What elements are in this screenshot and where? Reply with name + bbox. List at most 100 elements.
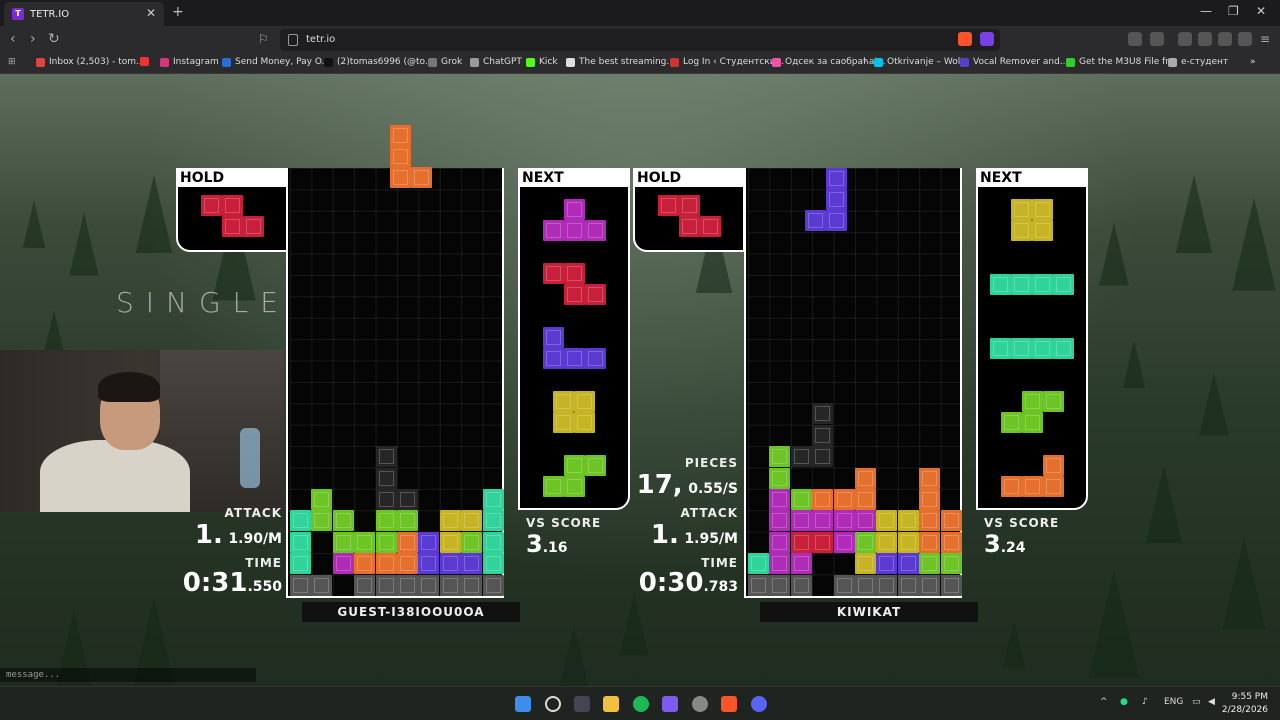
falling-piece-cell — [805, 210, 826, 231]
piece-cell — [1032, 273, 1053, 295]
board-cell — [418, 553, 440, 575]
start-icon[interactable] — [515, 696, 531, 712]
board-cell — [375, 531, 397, 553]
browser-toolbar: ‹ › ↻ ⚐ tetr.io ≡ — [0, 26, 1280, 54]
close-tab-icon[interactable]: ✕ — [146, 6, 156, 20]
sidebar-icon[interactable] — [1178, 32, 1192, 46]
media-app-icon[interactable] — [662, 696, 678, 712]
wallet-icon[interactable] — [1150, 32, 1164, 46]
board-cell — [418, 531, 440, 553]
bookmark-favicon-icon — [526, 57, 535, 67]
more-bookmarks-icon[interactable]: » — [1250, 57, 1256, 67]
bookmark-item[interactable]: Grok — [428, 57, 462, 67]
bookmark-item[interactable]: Send Money, Pay O... — [222, 57, 330, 67]
piece-cell — [542, 327, 564, 348]
file-explorer-icon[interactable] — [603, 696, 619, 712]
brave-browser-icon[interactable] — [721, 696, 737, 712]
chat-input[interactable]: message... — [0, 668, 256, 682]
bookmark-item[interactable] — [140, 57, 153, 66]
board-cell — [876, 510, 898, 532]
discord-icon[interactable] — [751, 696, 767, 712]
bookmark-item[interactable]: е-студент — [1168, 57, 1228, 67]
p1-next-label: NEXT — [520, 170, 628, 187]
menu-icon[interactable]: ≡ — [1260, 32, 1270, 46]
board-cell — [482, 510, 504, 532]
garbage-cell — [940, 574, 962, 596]
obs-icon[interactable] — [692, 696, 708, 712]
back-icon[interactable]: ‹ — [10, 31, 16, 47]
bookmark-favicon-icon — [140, 57, 149, 66]
tray-app-icon[interactable]: ● — [1120, 697, 1128, 707]
p1-attack-value: 1. 1.90/M — [194, 520, 282, 550]
bookmark-icon[interactable]: ⚐ — [258, 32, 269, 46]
network-icon[interactable]: ▭ — [1192, 697, 1201, 707]
board-cell — [461, 531, 483, 553]
brave-shields-icon[interactable] — [958, 32, 972, 46]
bookmark-item[interactable]: ChatGPT — [470, 57, 522, 67]
task-view-icon[interactable] — [574, 696, 590, 712]
p1-attack-label: ATTACK — [224, 506, 282, 520]
piece-cell — [1011, 273, 1032, 295]
search-icon[interactable] — [545, 696, 561, 712]
board-cell — [812, 510, 834, 532]
garbage-cell — [375, 574, 397, 596]
microphone-icon[interactable]: ♪ — [1142, 697, 1148, 707]
minimize-icon[interactable]: — — [1200, 4, 1212, 18]
board-cell — [940, 510, 962, 532]
board-cell — [833, 531, 855, 553]
bookmark-item[interactable]: Inbox (2,503) - tom... — [36, 57, 145, 67]
bookmark-item[interactable]: Одсек за саобраћај... — [772, 57, 885, 67]
reading-list-icon[interactable] — [1198, 32, 1212, 46]
brave-rewards-icon[interactable] — [980, 32, 994, 46]
board-cell — [332, 553, 354, 575]
board-cell — [769, 489, 791, 510]
board-cell — [790, 510, 812, 532]
garbage-cell — [461, 574, 483, 596]
piece-cell — [990, 273, 1011, 295]
bookmark-item[interactable]: Instagram — [160, 57, 219, 67]
board-cell — [354, 531, 376, 553]
apps-grid-icon[interactable]: ⊞ — [8, 57, 16, 67]
piece-cell — [1021, 391, 1043, 412]
board-cell — [397, 531, 418, 553]
tray-overflow-icon[interactable]: ^ — [1100, 697, 1108, 707]
spotify-icon[interactable] — [633, 696, 649, 712]
bookmark-item[interactable]: Log In ‹ Студентски... — [670, 57, 784, 67]
board-cell — [833, 510, 855, 532]
bookmark-favicon-icon — [670, 57, 679, 67]
address-bar[interactable]: tetr.io — [280, 29, 1000, 51]
board-cell — [812, 489, 834, 510]
window-close-icon[interactable]: ✕ — [1256, 4, 1266, 18]
bookmark-favicon-icon — [222, 57, 231, 67]
language-indicator[interactable]: ENG — [1164, 697, 1183, 707]
piece-cell — [574, 412, 595, 433]
bookmark-item[interactable]: The best streaming... — [566, 57, 675, 67]
bookmark-item[interactable]: Kick — [526, 57, 558, 67]
site-info-icon[interactable] — [288, 34, 298, 46]
board-cell — [290, 510, 311, 532]
piece-cell — [1042, 391, 1064, 412]
clock-date: 2/28/2026 — [1221, 705, 1268, 715]
piece-cell — [1011, 199, 1032, 220]
bookmark-item[interactable]: Vocal Remover and... — [960, 57, 1068, 67]
leo-ai-icon[interactable] — [1218, 32, 1232, 46]
forward-icon[interactable]: › — [30, 31, 36, 47]
garbage-cell — [439, 574, 461, 596]
new-tab-button[interactable]: + — [172, 4, 184, 20]
bookmark-item[interactable]: (2)tomas6996 (@to... — [324, 57, 434, 67]
vpn-icon[interactable] — [1238, 32, 1252, 46]
clock-time: 9:55 PM — [1231, 692, 1268, 702]
tab-tetrio[interactable]: T TETR.IO ✕ — [4, 2, 164, 26]
system-clock[interactable]: 9:55 PM 2/28/2026 — [1222, 691, 1268, 717]
p1-next-panel: NEXT — [518, 168, 630, 510]
p2-hold-panel: HOLD — [633, 168, 745, 252]
board-cell — [482, 531, 504, 553]
maximize-icon[interactable]: ❐ — [1228, 4, 1239, 18]
p2-attack-value: 1. 1.95/M — [650, 520, 738, 550]
volume-icon[interactable]: ◀ — [1208, 697, 1215, 707]
reload-icon[interactable]: ↻ — [48, 31, 60, 47]
bookmark-favicon-icon — [470, 57, 479, 67]
extensions-icon[interactable] — [1128, 32, 1142, 46]
bookmark-item[interactable]: Get the M3U8 File fr... — [1066, 57, 1177, 67]
bookmark-item[interactable]: Otkrivanje – Wolt — [874, 57, 964, 67]
